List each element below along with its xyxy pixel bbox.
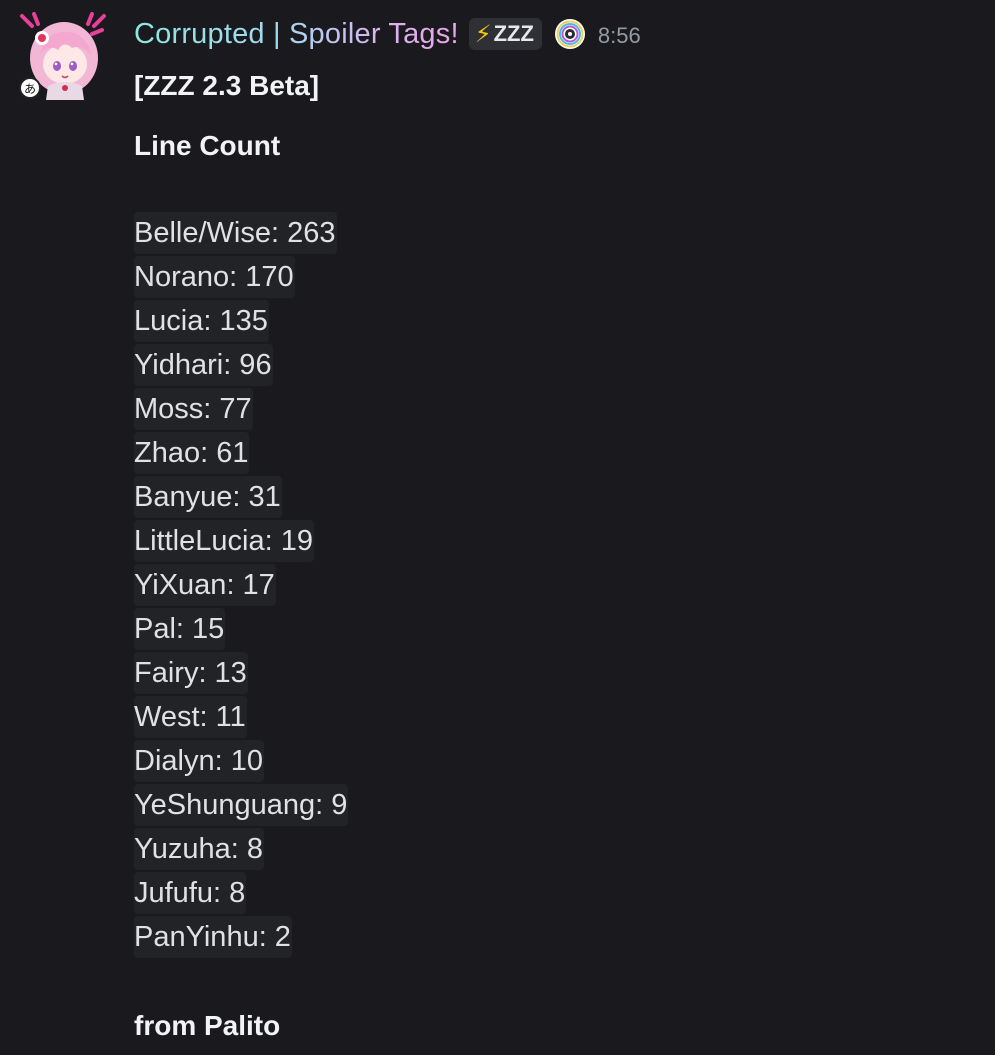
message-subtitle: Line Count (134, 130, 281, 161)
list-item: PanYinhu: 2 (134, 916, 348, 960)
list-item: Dialyn: 10 (134, 740, 348, 784)
inline-code: Zhao: 61 (134, 432, 250, 474)
list-item: Zhao: 61 (134, 432, 348, 476)
list-item: YeShunguang: 9 (134, 784, 349, 828)
message-title: [ZZZ 2.3 Beta] (134, 70, 320, 101)
list-item: Norano: 170 (134, 256, 348, 300)
chat-message: あ Corrupted | Spoiler Tags! ⚡ ZZZ 8:56 [… (0, 0, 995, 1055)
inline-code: Banyue: 31 (134, 476, 282, 518)
list-item: Banyue: 31 (134, 476, 348, 520)
list-item: Fairy: 13 (134, 652, 348, 696)
list-item: West: 11 (134, 696, 348, 740)
list-item: YiXuan: 17 (134, 564, 348, 608)
inline-code: Pal: 15 (134, 608, 226, 650)
guild-tag-label: ZZZ (493, 21, 534, 46)
list-item: Yidhari: 96 (134, 344, 348, 388)
list-item: LittleLucia: 19 (134, 520, 348, 564)
message-timestamp: 8:56 (597, 23, 641, 48)
list-item: Pal: 15 (134, 608, 348, 652)
lightning-bolt-icon: ⚡ (474, 20, 492, 48)
inline-code: Dialyn: 10 (134, 740, 264, 782)
list-item: Lucia: 135 (134, 300, 348, 344)
inline-code: YiXuan: 17 (134, 564, 276, 606)
username[interactable]: Corrupted | Spoiler Tags! (134, 18, 459, 51)
inline-code: Yuzuha: 8 (134, 828, 264, 870)
inline-code: PanYinhu: 2 (134, 916, 292, 958)
inline-code: YeShunguang: 9 (134, 784, 349, 826)
inline-code: Lucia: 135 (134, 300, 269, 342)
inline-code: Yidhari: 96 (134, 344, 273, 386)
guild-tag[interactable]: ⚡ ZZZ (468, 18, 542, 50)
message-header: Corrupted | Spoiler Tags! ⚡ ZZZ 8:56 (134, 14, 641, 54)
inline-code: Fairy: 13 (134, 652, 248, 694)
list-item: Jufufu: 8 (134, 872, 348, 916)
list-item: Yuzuha: 8 (134, 828, 348, 872)
svg-text:あ: あ (24, 82, 36, 96)
user-avatar[interactable]: あ (18, 12, 108, 102)
message-footer: from Palito (134, 1010, 281, 1041)
inline-code: Jufufu: 8 (134, 872, 247, 914)
inline-code: Belle/Wise: 263 (134, 212, 337, 254)
list-item: Belle/Wise: 263 (134, 212, 348, 256)
user-badge[interactable] (554, 18, 586, 50)
anime-girl-avatar-icon: あ (19, 12, 106, 100)
line-count-list: Belle/Wise: 263 Norano: 170 Lucia: 135 Y… (134, 212, 349, 960)
inline-code: Norano: 170 (134, 256, 295, 298)
inline-code: LittleLucia: 19 (134, 520, 314, 562)
list-item: Moss: 77 (134, 388, 348, 432)
circular-rainbow-badge-icon (554, 19, 585, 49)
inline-code: West: 11 (134, 696, 247, 738)
inline-code: Moss: 77 (134, 388, 253, 430)
